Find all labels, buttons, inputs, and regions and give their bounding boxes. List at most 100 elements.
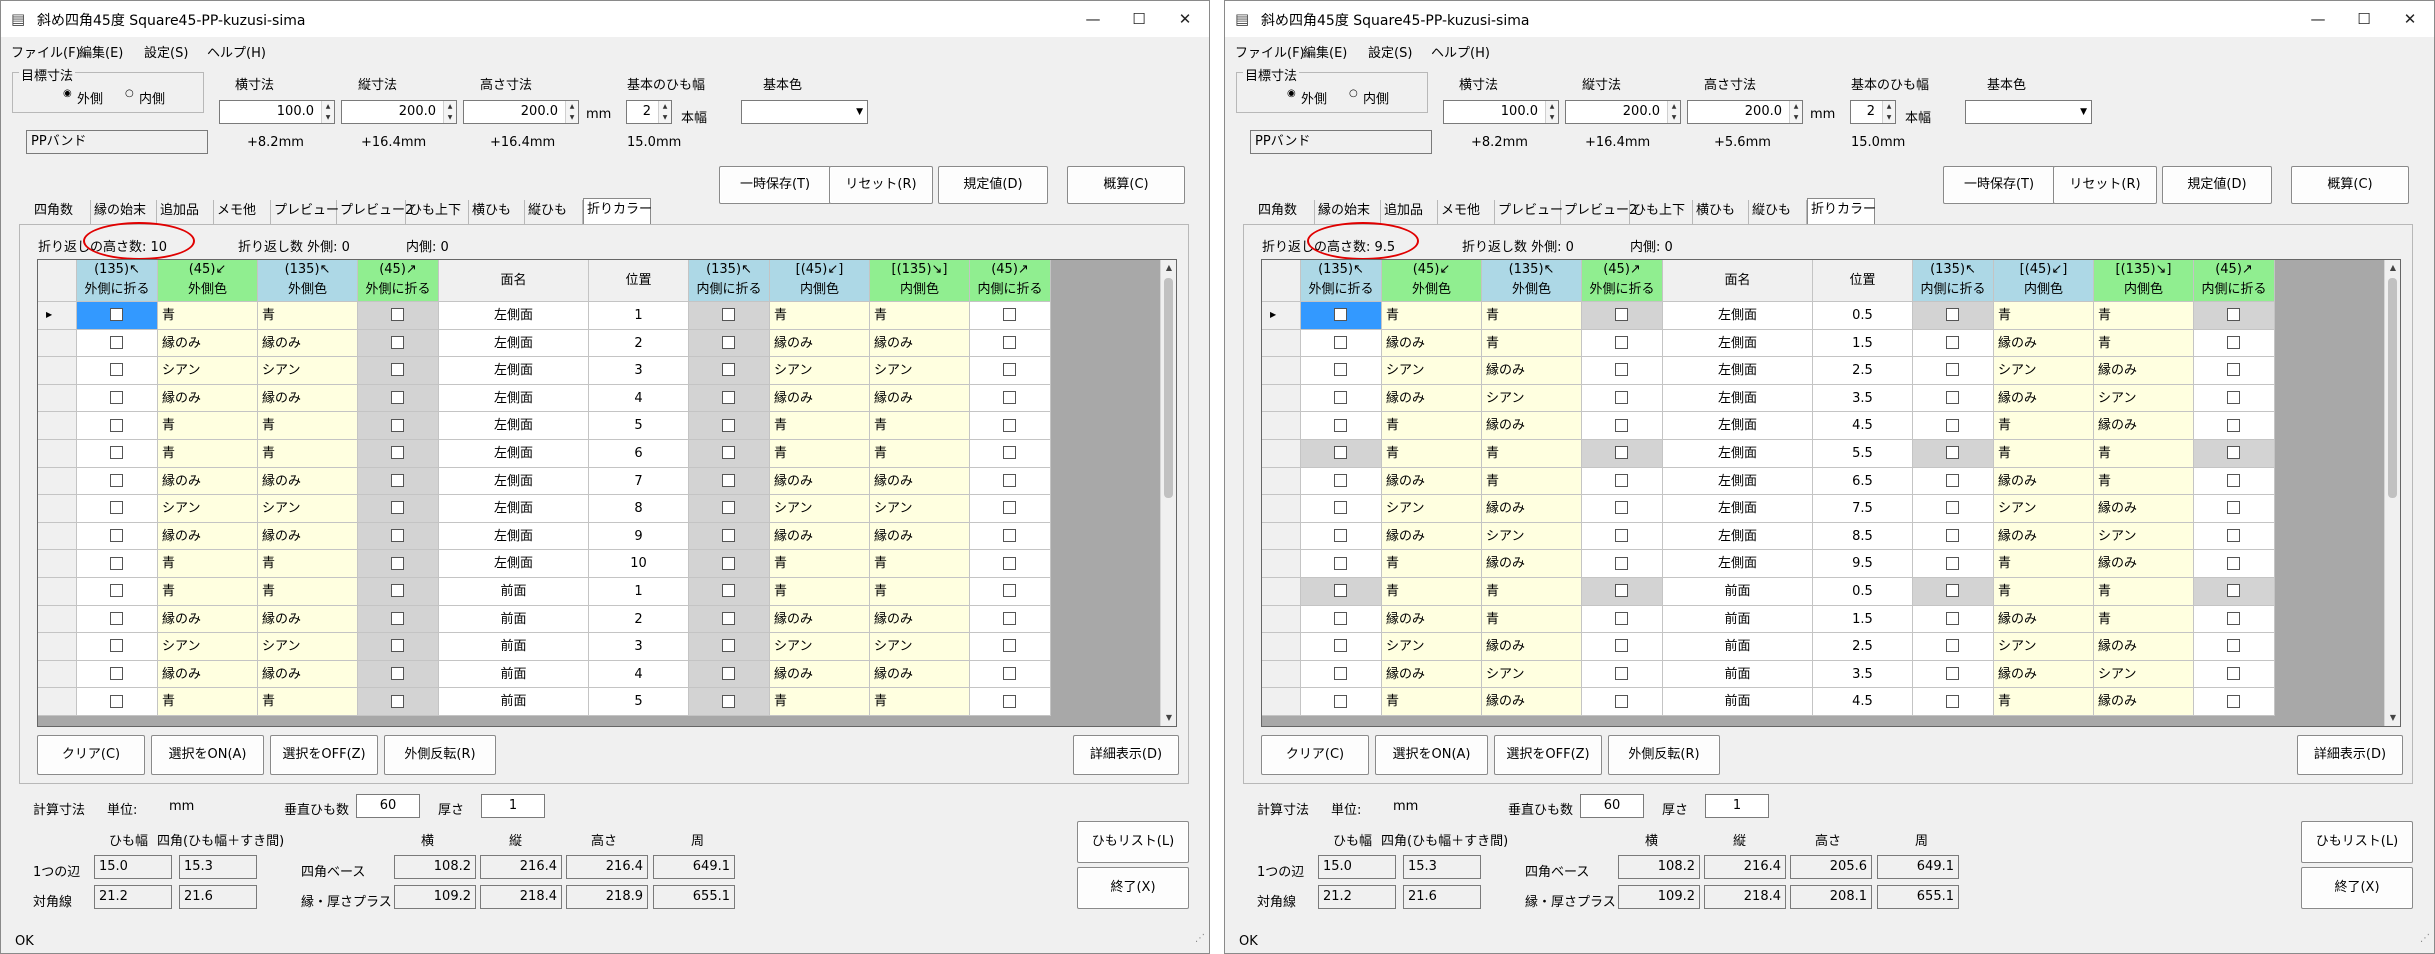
fold-checkbox-cell[interactable] (1301, 688, 1382, 716)
checkbox[interactable] (110, 611, 123, 625)
fold-checkbox-cell[interactable] (970, 605, 1051, 634)
grid-cell[interactable]: 縁のみ (870, 329, 970, 358)
grid-cell[interactable]: シアン (770, 495, 870, 523)
row-header[interactable] (1262, 578, 1301, 606)
fold-checkbox-cell[interactable] (358, 578, 439, 606)
grid-cell[interactable]: 縁のみ (258, 660, 358, 689)
checkbox[interactable] (1334, 473, 1347, 487)
scroll-thumb[interactable] (2388, 278, 2397, 498)
height-input[interactable]: 200.0 ▲ ▼ (1687, 100, 1803, 124)
menu-item[interactable]: 設定(S) (144, 42, 188, 61)
band-list-button[interactable]: ひもリスト(L) (1077, 821, 1189, 863)
grid-cell[interactable]: 5.5 (1813, 440, 1913, 468)
checkbox[interactable] (1946, 391, 1959, 405)
checkbox[interactable] (722, 639, 735, 653)
grid-cell[interactable]: 4.5 (1813, 688, 1913, 716)
resize-grip-icon[interactable]: ⋰ (1195, 933, 1205, 944)
checkbox[interactable] (1615, 308, 1628, 322)
table-row[interactable]: ▶ 青青左側面 0.5 青青 (1262, 302, 2362, 330)
grid-cell[interactable]: 青 (1994, 412, 2094, 440)
grid-cell[interactable]: 左側面 (439, 467, 589, 496)
checkbox[interactable] (1946, 556, 1959, 570)
maximize-icon[interactable]: ☐ (1119, 5, 1159, 33)
fold-checkbox-cell[interactable] (1582, 412, 1663, 440)
fold-checkbox-cell[interactable] (1301, 495, 1382, 523)
fold-checkbox-cell[interactable] (358, 605, 439, 634)
fold-checkbox-cell[interactable] (1301, 660, 1382, 689)
table-row[interactable]: 縁のみ青左側面 1.5 縁のみ青 (1262, 329, 2362, 358)
spin-icon[interactable]: ▲ ▼ (1545, 101, 1558, 123)
grid-cell[interactable]: 縁のみ (158, 660, 258, 689)
fold-checkbox-cell[interactable] (689, 522, 770, 551)
checkbox[interactable] (1946, 335, 1959, 349)
grid-cell[interactable]: シアン (158, 357, 258, 385)
fold-checkbox-cell[interactable] (970, 550, 1051, 578)
table-row[interactable]: シアン シアン 左側面 3 シアン シアン (38, 357, 1138, 385)
grid-cell[interactable]: 青 (1382, 440, 1482, 468)
checkbox[interactable] (2227, 584, 2240, 598)
grid-cell[interactable]: 縁のみ (770, 384, 870, 413)
exit-button[interactable]: 終了(X) (1077, 867, 1189, 909)
select-off-button[interactable]: 選択をOFF(Z) (1494, 735, 1602, 775)
fold-checkbox-cell[interactable] (358, 302, 439, 330)
grid-cell[interactable]: 縁のみ (770, 467, 870, 496)
fold-checkbox-cell[interactable] (1301, 384, 1382, 413)
grid-cell[interactable]: 左側面 (439, 329, 589, 358)
grid-cell[interactable]: 前面 (439, 578, 589, 606)
default-button[interactable]: 規定値(D) (938, 166, 1048, 204)
table-row[interactable]: 縁のみ シアン 左側面 8.5 縁のみ シアン (1262, 522, 2362, 551)
fold-checkbox-cell[interactable] (1301, 329, 1382, 358)
grid-cell[interactable]: 青 (1382, 302, 1482, 330)
fold-checkbox-cell[interactable] (2194, 688, 2275, 716)
grid-cell[interactable]: 縁のみ (258, 329, 358, 358)
fold-checkbox-cell[interactable] (689, 467, 770, 496)
fold-checkbox-cell[interactable] (970, 495, 1051, 523)
grid-cell[interactable]: 左側面 (439, 412, 589, 440)
column-header[interactable]: (45)↗ 外側に折る (358, 260, 439, 302)
fold-checkbox-cell[interactable] (1913, 688, 1994, 716)
tab-4[interactable]: プレビュー (271, 200, 339, 224)
fold-checkbox-cell[interactable] (2194, 384, 2275, 413)
checkbox[interactable] (2227, 418, 2240, 432)
checkbox[interactable] (1946, 694, 1959, 708)
estimate-button[interactable]: 概算(C) (2291, 166, 2409, 204)
column-header[interactable]: (135)↖ 外側色 (258, 260, 358, 302)
grid-cell[interactable]: 左側面 (439, 550, 589, 578)
grid-cell[interactable]: 青 (870, 440, 970, 468)
radio-inner-label[interactable]: 内側 (1363, 88, 1389, 107)
checkbox[interactable] (2227, 694, 2240, 708)
spin-icon[interactable]: ▲ ▼ (443, 101, 456, 123)
column-header[interactable]: [(45)↙] 内側色 (770, 260, 870, 302)
column-header[interactable]: 位置 (1813, 260, 1913, 302)
fold-checkbox-cell[interactable] (689, 357, 770, 385)
checkbox[interactable] (391, 418, 404, 432)
column-header[interactable]: (45)↙ 外側色 (158, 260, 258, 302)
grid-cell[interactable]: シアン (1994, 357, 2094, 385)
checkbox[interactable] (2227, 363, 2240, 377)
grid-cell[interactable]: 3.5 (1813, 384, 1913, 413)
grid-cell[interactable]: シアン (870, 633, 970, 661)
grid-cell[interactable]: 縁のみ (770, 329, 870, 358)
grid-cell[interactable]: 青 (258, 440, 358, 468)
fold-checkbox-cell[interactable] (1582, 578, 1663, 606)
fold-checkbox-cell[interactable] (77, 412, 158, 440)
spin-icon[interactable]: ▲ ▼ (658, 101, 671, 123)
scroll-down-icon[interactable]: ▼ (2385, 710, 2400, 726)
table-row[interactable]: 縁のみ 縁のみ 前面 2 縁のみ 縁のみ (38, 605, 1138, 634)
grid-cell[interactable]: 青 (1994, 302, 2094, 330)
checkbox[interactable] (391, 363, 404, 377)
fold-checkbox-cell[interactable] (1301, 633, 1382, 661)
tab-8[interactable]: 縦ひも (525, 200, 583, 224)
checkbox[interactable] (1003, 694, 1016, 708)
checkbox[interactable] (1003, 584, 1016, 598)
checkbox[interactable] (1946, 418, 1959, 432)
row-header[interactable]: ▶ (38, 302, 77, 330)
close-icon[interactable]: ✕ (2390, 5, 2430, 33)
table-row[interactable]: 青青左側面 5 青青 (38, 412, 1138, 440)
tab-7[interactable]: 横ひも (469, 200, 525, 224)
checkbox[interactable] (1946, 584, 1959, 598)
checkbox[interactable] (1003, 611, 1016, 625)
grid-cell[interactable]: 縁のみ (1994, 467, 2094, 496)
checkbox[interactable] (1334, 529, 1347, 543)
fold-checkbox-cell[interactable] (1582, 660, 1663, 689)
